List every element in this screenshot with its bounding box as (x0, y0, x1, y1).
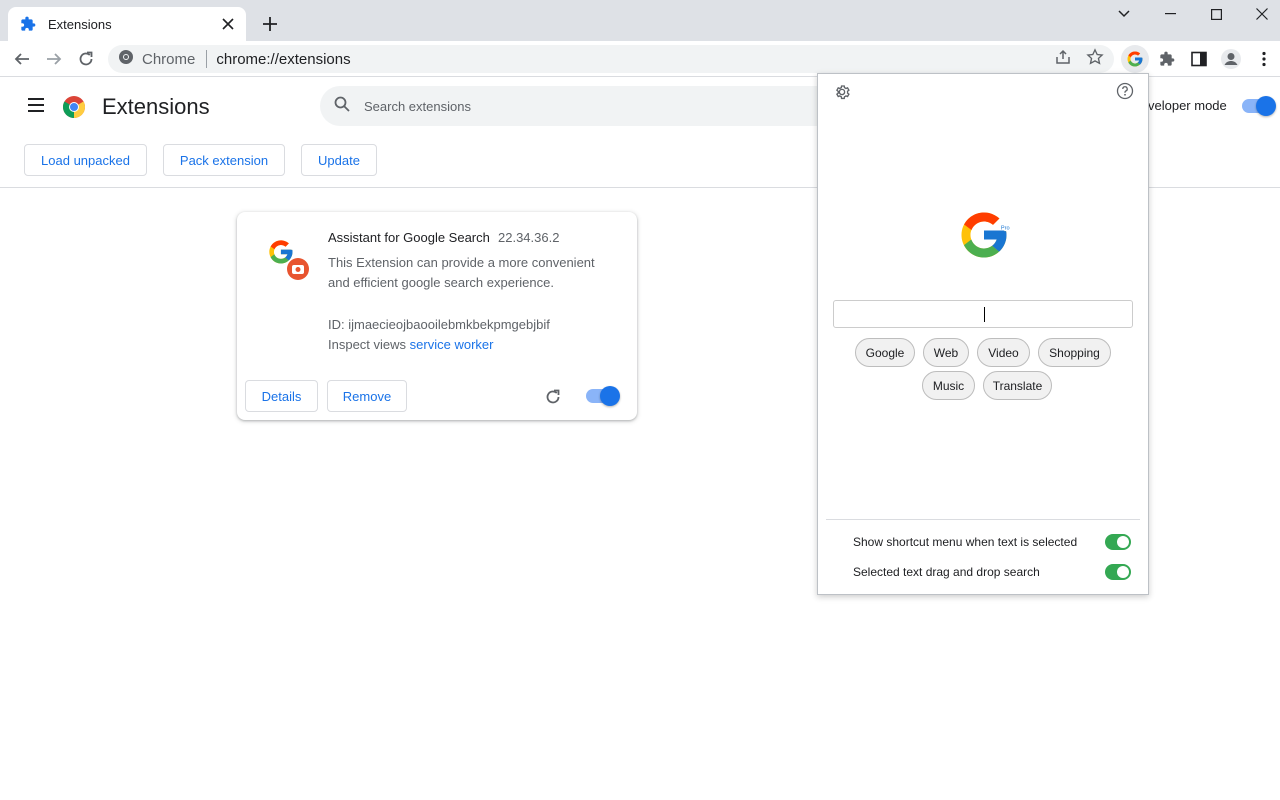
extensions-puzzle-icon[interactable] (1154, 46, 1180, 72)
maximize-icon[interactable] (1193, 0, 1239, 28)
help-icon[interactable] (1116, 82, 1134, 100)
developer-mode-label: veloper mode (1148, 98, 1227, 113)
extension-logo-icon (265, 236, 311, 282)
extension-name: Assistant for Google Search (328, 230, 490, 245)
option-drag-drop-toggle[interactable] (1105, 564, 1131, 580)
search-placeholder: Search extensions (364, 98, 471, 114)
tab-search-icon[interactable] (1101, 0, 1147, 28)
chip-video[interactable]: Video (977, 338, 1030, 367)
toggle-knob (600, 386, 620, 406)
tab-extensions[interactable]: Extensions (8, 7, 246, 41)
google-pro-logo-icon: Pro (957, 208, 1011, 262)
more-menu-icon[interactable] (1251, 46, 1277, 72)
chip-shopping[interactable]: Shopping (1038, 338, 1111, 367)
extension-version: 22.34.36.2 (498, 230, 560, 245)
option-shortcut-menu-toggle[interactable] (1105, 534, 1131, 550)
omnibox[interactable]: Chrome chrome://extensions (108, 45, 1114, 73)
toolbar: Chrome chrome://extensions (0, 41, 1280, 77)
minimize-icon[interactable] (1147, 0, 1193, 28)
side-panel-icon[interactable] (1186, 46, 1212, 72)
reload-icon[interactable] (73, 46, 99, 72)
developer-mode-toggle[interactable] (1242, 96, 1276, 116)
chip-google[interactable]: Google (855, 338, 915, 367)
option-drag-drop-label: Selected text drag and drop search (853, 565, 1040, 579)
profile-avatar-icon[interactable] (1218, 46, 1244, 72)
service-worker-link[interactable]: service worker (410, 337, 494, 352)
inspect-views: Inspect views service worker (328, 337, 493, 352)
load-unpacked-button[interactable]: Load unpacked (24, 144, 147, 176)
chip-web[interactable]: Web (923, 338, 969, 367)
toggle-knob (1117, 536, 1129, 548)
menu-hamburger-icon[interactable] (26, 95, 48, 117)
google-assistant-extension-icon[interactable] (1121, 45, 1149, 73)
remove-button[interactable]: Remove (327, 380, 407, 412)
tab-title: Extensions (48, 16, 112, 32)
new-tab-button[interactable] (258, 12, 282, 36)
logo-badge: Pro (1001, 225, 1010, 231)
reload-extension-icon[interactable] (543, 387, 563, 407)
forward-icon[interactable] (41, 46, 67, 72)
popup-search-input[interactable] (833, 300, 1133, 328)
bookmark-star-icon[interactable] (1085, 47, 1105, 67)
extension-description: This Extension can provide a more conven… (328, 255, 595, 290)
option-shortcut-menu-label: Show shortcut menu when text is selected (853, 535, 1078, 549)
close-tab-icon[interactable] (220, 16, 236, 32)
extension-card: Assistant for Google Search 22.34.36.2 T… (237, 212, 637, 420)
settings-gear-icon[interactable] (833, 83, 851, 101)
url-text[interactable]: chrome://extensions (216, 51, 350, 68)
puzzle-icon (20, 16, 36, 32)
extension-id: ID: ijmaecieojbaooilebmkbekpmgebjbif (328, 317, 550, 332)
search-icon (334, 96, 350, 117)
close-window-icon[interactable] (1239, 0, 1280, 28)
text-caret (984, 307, 985, 322)
extension-enable-toggle[interactable] (586, 386, 620, 406)
extension-popup: Pro Google Web Video Shopping Music Tran… (817, 73, 1149, 595)
toggle-knob (1256, 96, 1276, 116)
update-button[interactable]: Update (301, 144, 377, 176)
chip-music[interactable]: Music (922, 371, 975, 400)
site-label: Chrome (142, 50, 196, 68)
inspect-views-label: Inspect views (328, 337, 407, 352)
omnibox-separator (206, 50, 208, 68)
details-button[interactable]: Details (245, 380, 318, 412)
page-title: Extensions (102, 94, 210, 119)
chrome-logo-icon (62, 95, 86, 119)
search-extensions-input[interactable]: Search extensions (320, 86, 840, 126)
toggle-knob (1117, 566, 1129, 578)
chrome-page-icon (118, 49, 134, 70)
share-icon[interactable] (1053, 47, 1073, 67)
tab-strip: Extensions (0, 0, 1280, 41)
popup-divider (826, 519, 1140, 520)
pack-extension-button[interactable]: Pack extension (163, 144, 285, 176)
back-icon[interactable] (9, 46, 35, 72)
chip-translate[interactable]: Translate (983, 371, 1052, 400)
